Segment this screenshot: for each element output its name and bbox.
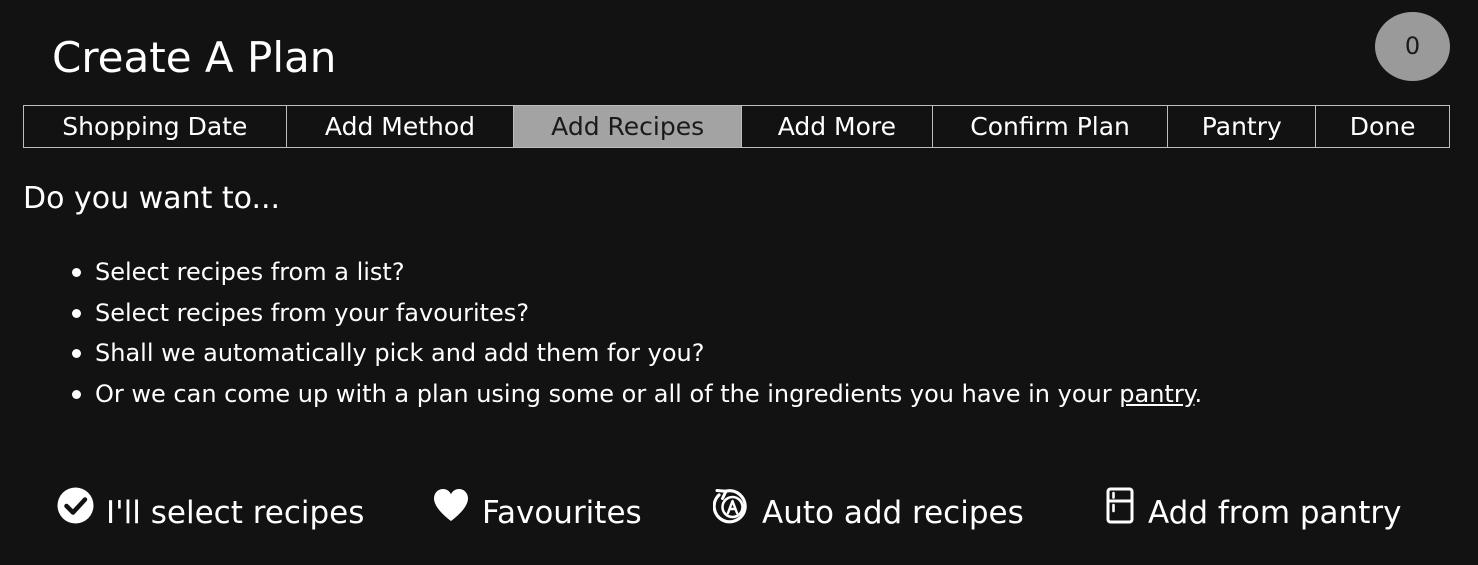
check-circle-icon <box>57 487 94 524</box>
auto-add-recipes-button[interactable]: Auto add recipes <box>713 480 1024 546</box>
favourites-label: Favourites <box>482 495 642 531</box>
tab-add-method[interactable]: Add Method <box>287 106 515 147</box>
tab-add-recipes[interactable]: Add Recipes <box>514 106 742 147</box>
auto-a-icon <box>713 487 750 524</box>
add-from-pantry-button[interactable]: Add from pantry <box>1106 480 1401 546</box>
favourites-button[interactable]: Favourites <box>432 480 642 546</box>
pantry-option-text: Or we can come up with a plan using some… <box>95 379 1120 408</box>
list-item: Shall we automatically pick and add them… <box>71 333 1202 374</box>
select-recipes-button[interactable]: I'll select recipes <box>57 480 364 546</box>
pantry-option-suffix: . <box>1194 379 1203 408</box>
steps-bar: Shopping Date Add Method Add Recipes Add… <box>23 105 1450 148</box>
auto-add-recipes-label: Auto add recipes <box>762 495 1024 531</box>
pantry-link[interactable]: pantry <box>1119 380 1194 408</box>
tab-add-more[interactable]: Add More <box>742 106 933 147</box>
question-heading: Do you want to... <box>23 181 281 216</box>
list-item: Select recipes from a list? <box>71 252 1202 293</box>
tab-done[interactable]: Done <box>1316 106 1449 147</box>
list-item-pantry: Or we can come up with a plan using some… <box>71 374 1203 415</box>
tab-shopping-date[interactable]: Shopping Date <box>24 106 287 147</box>
tab-confirm-plan[interactable]: Confirm Plan <box>933 106 1169 147</box>
options-list: Select recipes from a list? Select recip… <box>71 252 1203 415</box>
fridge-icon <box>1106 487 1136 524</box>
select-recipes-label: I'll select recipes <box>106 495 365 531</box>
page-title: Create A Plan <box>52 33 337 82</box>
counter-badge[interactable]: 0 <box>1375 12 1450 81</box>
add-from-pantry-label: Add from pantry <box>1148 495 1402 531</box>
heart-icon <box>432 487 470 523</box>
tab-pantry[interactable]: Pantry <box>1168 106 1317 147</box>
list-item: Select recipes from your favourites? <box>71 293 1202 334</box>
